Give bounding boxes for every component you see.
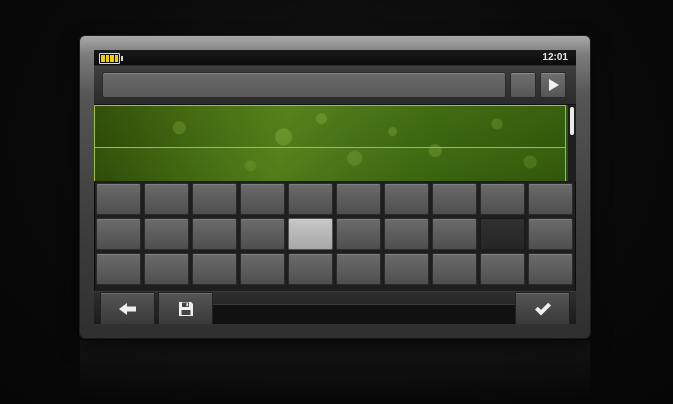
keypad-key[interactable] bbox=[528, 183, 573, 215]
save-button[interactable] bbox=[158, 292, 213, 324]
clock-time: 12:01 bbox=[542, 52, 568, 63]
keypad-key[interactable] bbox=[336, 253, 381, 285]
keypad-key[interactable] bbox=[288, 218, 333, 250]
keypad-key[interactable] bbox=[240, 183, 285, 215]
keypad-key[interactable] bbox=[480, 253, 525, 285]
keypad bbox=[96, 183, 574, 287]
keypad-key[interactable] bbox=[96, 183, 141, 215]
keypad-key[interactable] bbox=[480, 183, 525, 215]
back-arrow-icon bbox=[118, 302, 136, 315]
result-list bbox=[94, 105, 568, 181]
battery-cell bbox=[110, 55, 114, 62]
battery-cell bbox=[105, 55, 109, 62]
keypad-key[interactable] bbox=[144, 218, 189, 250]
keypad-key[interactable] bbox=[288, 183, 333, 215]
checkmark-icon bbox=[534, 302, 551, 315]
scrollbar-thumb[interactable] bbox=[570, 107, 574, 135]
list-item[interactable] bbox=[94, 147, 566, 181]
keypad-key[interactable] bbox=[144, 253, 189, 285]
keypad-key[interactable] bbox=[240, 253, 285, 285]
keypad-key[interactable] bbox=[96, 218, 141, 250]
keypad-key[interactable] bbox=[144, 183, 189, 215]
status-bar: 12:01 bbox=[94, 50, 576, 66]
text-input[interactable] bbox=[102, 72, 506, 98]
play-icon bbox=[549, 79, 559, 91]
keypad-key[interactable] bbox=[384, 253, 429, 285]
confirm-button[interactable] bbox=[515, 292, 570, 324]
device-frame: 12:01 bbox=[80, 36, 590, 338]
keypad-key[interactable] bbox=[528, 218, 573, 250]
keypad-key[interactable] bbox=[432, 183, 477, 215]
keypad-key[interactable] bbox=[384, 218, 429, 250]
keypad-key[interactable] bbox=[480, 218, 525, 250]
keypad-key[interactable] bbox=[240, 218, 285, 250]
keypad-key[interactable] bbox=[336, 218, 381, 250]
blank-button[interactable] bbox=[510, 72, 536, 98]
device-reflection bbox=[80, 340, 590, 404]
toolbar-slot bbox=[212, 304, 516, 324]
keypad-key[interactable] bbox=[96, 253, 141, 285]
floppy-disk-icon bbox=[178, 301, 193, 316]
keypad-key[interactable] bbox=[528, 253, 573, 285]
keypad-key[interactable] bbox=[192, 183, 237, 215]
device-screen: 12:01 bbox=[94, 50, 576, 324]
keypad-key[interactable] bbox=[384, 183, 429, 215]
scrollbar[interactable] bbox=[568, 105, 576, 181]
keypad-key[interactable] bbox=[432, 253, 477, 285]
back-button[interactable] bbox=[100, 292, 155, 324]
list-item[interactable] bbox=[94, 105, 566, 148]
battery-cell bbox=[101, 55, 105, 62]
bottom-toolbar bbox=[94, 291, 576, 324]
keypad-key[interactable] bbox=[336, 183, 381, 215]
keypad-key[interactable] bbox=[432, 218, 477, 250]
keypad-key[interactable] bbox=[192, 253, 237, 285]
keypad-key[interactable] bbox=[288, 253, 333, 285]
play-button[interactable] bbox=[540, 72, 566, 98]
input-row bbox=[94, 66, 576, 105]
background: 12:01 bbox=[0, 0, 673, 404]
battery-icon bbox=[99, 53, 123, 64]
battery-cell bbox=[114, 55, 118, 62]
keypad-key[interactable] bbox=[192, 218, 237, 250]
